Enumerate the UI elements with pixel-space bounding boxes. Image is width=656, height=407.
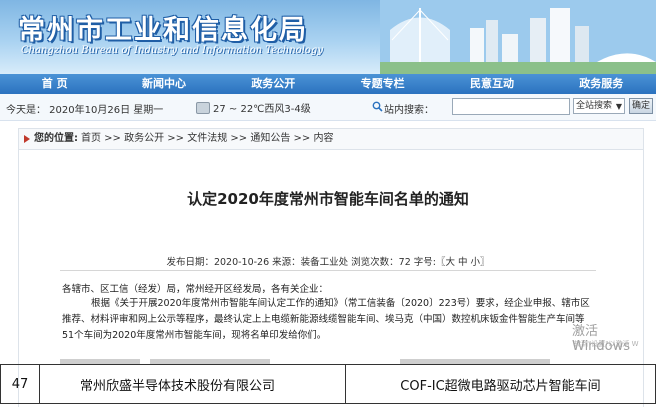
nav-news[interactable]: 新闻中心 bbox=[109, 74, 218, 94]
nav-services[interactable]: 政务服务 bbox=[547, 74, 656, 94]
site-title: 常州市工业和信息化局 bbox=[18, 15, 308, 46]
breadcrumb-trail[interactable]: 首页 >> 政务公开 >> 文件法规 >> 通知公告 >> 内容 bbox=[81, 129, 333, 149]
city-skyline-illustration bbox=[380, 0, 656, 74]
current-date: 今天是： 2020年10月26日 星期一 bbox=[6, 105, 164, 116]
nav-home[interactable]: 首 页 bbox=[0, 74, 109, 94]
weather: 27 ~ 22℃西风3-4级 bbox=[196, 100, 311, 115]
breadcrumb: 您的位置: 首页 >> 政务公开 >> 文件法规 >> 通知公告 >> 内容 bbox=[18, 128, 644, 150]
article-meta: 发布日期：2020-10-26 来源：装备工业处 浏览次数：72 字号:〖大 中… bbox=[166, 257, 490, 268]
workshop-table: 47 常州欣盛半导体技术股份有限公司 COF-IC超微电路驱动芯片智能车间 bbox=[0, 364, 656, 404]
search-scope-value: 全站搜索 bbox=[576, 101, 613, 111]
search-input[interactable] bbox=[452, 98, 570, 115]
search-icon bbox=[372, 101, 383, 112]
header-banner: 常州市工业和信息化局 Changzhou Bureau of Industry … bbox=[0, 0, 656, 74]
breadcrumb-label: 您的位置: bbox=[34, 133, 78, 144]
article-title: 认定2020年度常州市智能车间名单的通知 bbox=[187, 190, 469, 208]
nav-gov-affairs[interactable]: 政务公开 bbox=[219, 74, 328, 94]
article-body: 根据《关于开展2020年度常州市智能车间认定工作的通知》（常工信装备〔2020〕… bbox=[62, 298, 590, 341]
chevron-down-icon: ▼ bbox=[615, 102, 622, 111]
table-row: 47 常州欣盛半导体技术股份有限公司 COF-IC超微电路驱动芯片智能车间 bbox=[0, 364, 656, 404]
site-subtitle: Changzhou Bureau of Industry and Informa… bbox=[21, 45, 323, 56]
workshop-name: COF-IC超微电路驱动芯片智能车间 bbox=[345, 364, 656, 404]
nav-interaction[interactable]: 民意互动 bbox=[437, 74, 546, 94]
cloud-icon bbox=[196, 101, 210, 114]
weather-text: 27 ~ 22℃西风3-4级 bbox=[213, 104, 311, 115]
info-bar: 今天是： 2020年10月26日 星期一 27 ~ 22℃西风3-4级 站内搜索… bbox=[0, 94, 656, 121]
divider bbox=[60, 270, 596, 271]
row-number: 47 bbox=[0, 364, 40, 404]
nav-topics[interactable]: 专题专栏 bbox=[328, 74, 437, 94]
main-nav: 首 页 新闻中心 政务公开 专题专栏 民意互动 政务服务 bbox=[0, 74, 656, 94]
windows-activation-hint: 转到"设置"以激活 W bbox=[574, 340, 639, 348]
search-submit-button[interactable]: 确定 bbox=[629, 98, 653, 114]
company-name: 常州欣盛半导体技术股份有限公司 bbox=[39, 364, 346, 404]
location-marker-icon bbox=[24, 135, 30, 143]
search-scope-select[interactable]: 全站搜索 ▼ bbox=[573, 98, 625, 114]
article-salutation: 各辖市、区工信（经发）局，常州经开区经发局，各有关企业： bbox=[62, 284, 329, 295]
search-label: 站内搜索： bbox=[384, 105, 434, 116]
